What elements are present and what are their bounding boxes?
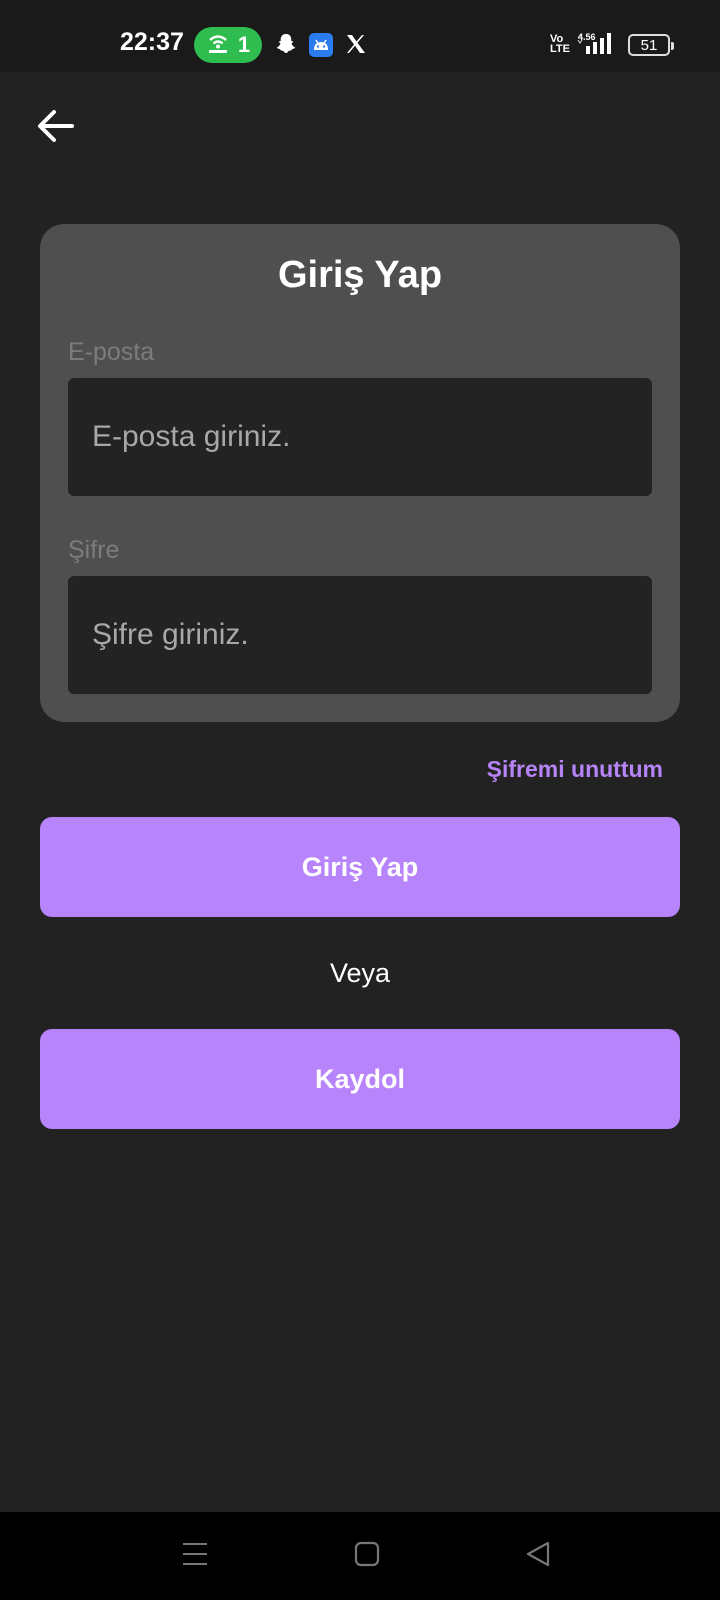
battery-level: 51 (640, 36, 658, 54)
email-field[interactable] (92, 420, 652, 454)
recents-button[interactable] (173, 1534, 217, 1578)
system-nav-bar (0, 1512, 720, 1600)
home-icon (353, 1540, 381, 1573)
nav-back-button[interactable] (516, 1534, 560, 1578)
password-field[interactable] (92, 618, 652, 652)
snapchat-icon (274, 32, 300, 58)
password-field-container (68, 576, 652, 694)
login-button[interactable]: Giriş Yap (40, 817, 680, 917)
x-icon (344, 32, 370, 58)
arrow-left-icon (37, 109, 75, 148)
status-time: 22:37 (120, 28, 184, 56)
forgot-password-link[interactable]: Şifremi unuttum (487, 756, 663, 783)
or-divider-text: Veya (329, 958, 391, 988)
hotspot-count: 1 (237, 32, 251, 57)
back-button[interactable] (30, 102, 82, 154)
battery-icon: 51 (628, 34, 674, 56)
signal-icon (576, 30, 618, 56)
card-title: Giriş Yap (277, 254, 443, 296)
email-field-container (68, 378, 652, 496)
signup-button[interactable]: Kaydol (40, 1029, 680, 1129)
android-icon (308, 32, 334, 58)
login-screen: 22:37 1 Vo LTE 4.56 51 Giriş Yap E-posta… (0, 0, 720, 1600)
home-button[interactable] (345, 1534, 389, 1578)
back-icon (524, 1540, 552, 1573)
password-label: Şifre (68, 536, 120, 564)
email-label: E-posta (68, 338, 155, 366)
login-card: Giriş Yap E-posta Şifre (40, 224, 680, 722)
hotspot-icon (206, 32, 230, 59)
status-bar: 22:37 1 Vo LTE 4.56 51 (0, 0, 720, 72)
recents-icon (181, 1541, 209, 1572)
hotspot-indicator[interactable]: 1 (194, 27, 262, 63)
volte-indicator: Vo LTE (550, 33, 570, 55)
